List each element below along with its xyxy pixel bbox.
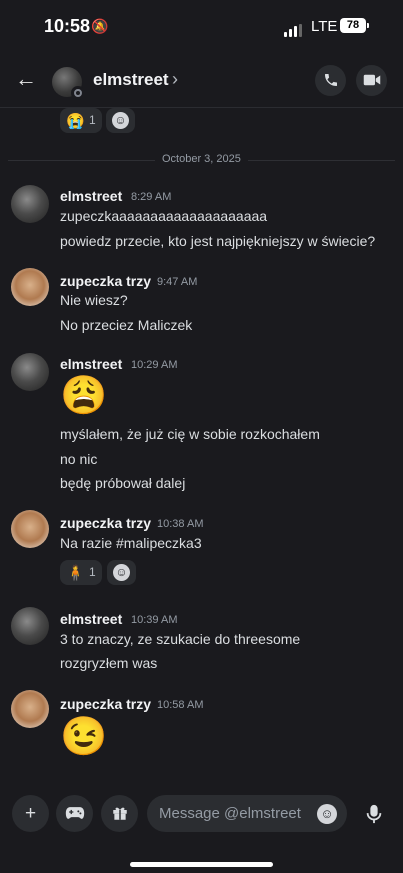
back-icon[interactable]: ←	[15, 66, 37, 92]
chevron-right-icon[interactable]: ›	[172, 69, 178, 90]
gift-button[interactable]	[101, 795, 138, 832]
message-text: No przeciez Maliczek	[60, 317, 193, 333]
message-text: będę próbował dalej	[60, 475, 186, 491]
custom-emoji: 🧍	[66, 565, 85, 582]
network-type: LTE	[311, 18, 338, 35]
phone-icon	[324, 74, 337, 86]
message-text: no nic	[60, 451, 98, 467]
video-camera-icon	[363, 74, 380, 86]
microphone-icon	[366, 804, 381, 824]
battery-cap	[367, 23, 369, 28]
message-text: Nie wiesz?	[60, 292, 128, 308]
gift-icon	[112, 807, 127, 820]
message-author[interactable]: elmstreet	[60, 356, 122, 372]
voice-message-button[interactable]	[355, 799, 392, 829]
voice-call-button[interactable]	[315, 65, 346, 96]
reaction-count: 1	[89, 565, 96, 579]
message-text: 3 to znaczy, ze szukacie do threesome	[60, 631, 301, 647]
emoji-icon[interactable]: ☺	[317, 804, 337, 824]
plus-icon: +	[24, 803, 37, 824]
message-input[interactable]	[159, 795, 309, 832]
add-reaction-button[interactable]: ☺	[106, 108, 135, 133]
winking-face-emoji: 😉	[60, 716, 108, 758]
status-time: 10:58	[44, 16, 91, 36]
status-bar: 10:58 🔕 LTE 78	[0, 0, 403, 52]
message-timestamp: 10:39 AM	[131, 614, 178, 626]
add-reaction-icon: ☺	[113, 564, 130, 581]
weary-face-emoji: 😩	[60, 375, 108, 417]
offline-status-icon	[71, 86, 85, 100]
message-author[interactable]: elmstreet	[60, 611, 122, 627]
activities-button[interactable]	[56, 795, 93, 832]
message-composer: + ☺	[0, 785, 403, 873]
message-text: zupeczkaaaaaaaaaaaaaaaaaaaa	[60, 208, 268, 224]
reaction-count: 1	[89, 113, 96, 127]
attach-button[interactable]: +	[12, 795, 49, 832]
message-timestamp: 10:38 AM	[157, 518, 204, 530]
signal-strength-icon	[284, 19, 304, 37]
message-timestamp: 10:29 AM	[131, 359, 178, 371]
message-author[interactable]: zupeczka trzy	[60, 515, 151, 531]
gamepad-icon	[65, 807, 84, 819]
message-text: Na razie #malipeczka3	[60, 535, 202, 551]
add-reaction-button[interactable]: ☺	[107, 560, 136, 585]
silent-mode-icon: 🔕	[91, 18, 109, 34]
video-call-button[interactable]	[356, 65, 387, 96]
home-indicator	[130, 862, 273, 867]
reaction-chip[interactable]: 🧍 1	[60, 560, 102, 585]
avatar[interactable]	[11, 510, 49, 548]
message-text: rozgryzłem was	[60, 655, 158, 671]
message-text: myślałem, że już cię w sobie rozkochałem	[60, 426, 320, 442]
avatar[interactable]	[11, 185, 49, 223]
battery-icon: 78	[340, 18, 366, 33]
message-timestamp: 9:47 AM	[157, 276, 198, 288]
message-author[interactable]: elmstreet	[60, 188, 122, 204]
avatar[interactable]	[11, 607, 49, 645]
avatar[interactable]	[11, 353, 49, 391]
message-author[interactable]: zupeczka trzy	[60, 696, 151, 712]
crying-emoji: 😭	[66, 113, 85, 130]
avatar[interactable]	[11, 690, 49, 728]
avatar[interactable]	[11, 268, 49, 306]
chat-header: ← elmstreet ›	[0, 52, 403, 108]
date-divider: October 3, 2025	[155, 153, 248, 165]
message-text: powiedz przecie, kto jest najpiękniejszy…	[60, 233, 376, 249]
contact-name[interactable]: elmstreet	[93, 70, 169, 90]
message-timestamp: 8:29 AM	[131, 191, 172, 203]
message-input-container: ☺	[147, 795, 347, 832]
reaction-chip[interactable]: 😭 1	[60, 108, 102, 133]
message-author[interactable]: zupeczka trzy	[60, 273, 151, 289]
add-reaction-icon: ☺	[112, 112, 129, 129]
message-timestamp: 10:58 AM	[157, 699, 204, 711]
